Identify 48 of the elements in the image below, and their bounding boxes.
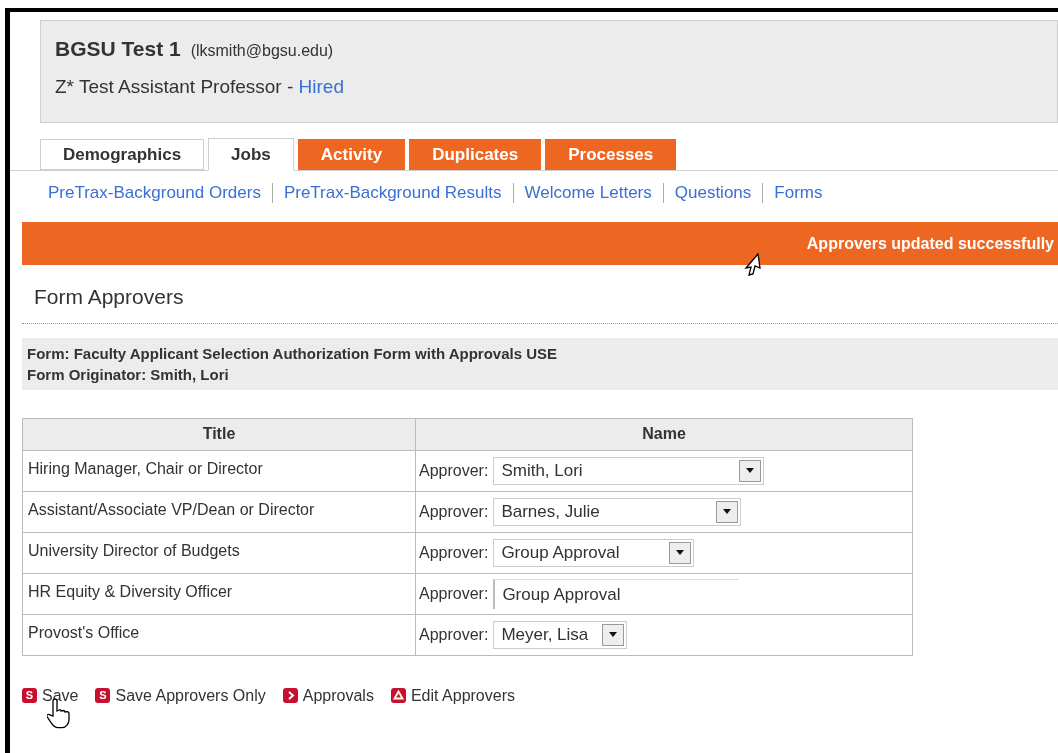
table-cell: Provost's Office [22, 614, 416, 655]
table-cell: University Director of Budgets [22, 532, 416, 573]
table-cell: Assistant/Associate VP/Dean or Director [22, 491, 416, 532]
approver-label: Approver: [419, 501, 489, 522]
table-cell: HR Equity & Diversity Officer [22, 573, 416, 614]
approver-dropdown[interactable]: Group Approval [493, 538, 695, 567]
column-header: Name [415, 418, 913, 450]
action-link[interactable]: S Save [22, 683, 79, 708]
person-name: BGSU Test 1 [55, 36, 181, 62]
column-header: Title [22, 418, 416, 450]
save-icon: S [95, 688, 111, 703]
sub-nav-link[interactable]: Forms [774, 180, 823, 206]
action-link[interactable]: Edit Approvers [390, 683, 515, 708]
dropdown-arrow-button[interactable] [716, 500, 739, 523]
dropdown-arrow-button[interactable] [669, 541, 692, 564]
form-info-line: Form Originator: Smith, Lori [27, 364, 229, 385]
section-title: Form Approvers [34, 285, 184, 308]
caret-icon [609, 632, 618, 637]
success-banner: Approvers updated successfully [22, 222, 1058, 265]
approver-dropdown[interactable]: Meyer, Lisa [493, 620, 628, 649]
dropdown-arrow-button[interactable] [739, 459, 762, 482]
approver-label: Approver: [419, 624, 489, 645]
dropdown-arrow-button[interactable] [602, 623, 625, 646]
tab[interactable]: Demographics [40, 139, 205, 170]
caret-icon [676, 550, 685, 555]
approver-label: Approver: [419, 542, 489, 563]
save-icon: S [22, 688, 37, 703]
caret-icon [746, 468, 755, 473]
sub-nav-link[interactable]: PreTrax-Background Orders [48, 180, 261, 206]
table-cell: Hiring Manager, Chair or Director [22, 450, 416, 491]
tab[interactable]: Jobs [208, 138, 294, 171]
approver-label: Approver: [419, 583, 489, 604]
action-link[interactable]: Approvals [282, 683, 374, 708]
approver-combo-field[interactable]: Group Approval [493, 578, 740, 609]
hired-status-link[interactable]: Hired [298, 72, 344, 101]
person-email: (lksmith@bgsu.edu) [190, 41, 334, 61]
caret-icon [723, 509, 732, 514]
action-link[interactable]: S Save Approvers Only [95, 683, 266, 708]
approver-label: Approver: [419, 460, 489, 481]
sub-nav-link[interactable]: Welcome Letters [524, 180, 652, 206]
form-info-line: Form: Faculty Applicant Selection Authorization Form with Approvals USE [27, 343, 558, 364]
sub-nav-link[interactable]: Questions [674, 180, 752, 206]
chevron-right-icon [282, 688, 298, 703]
triangle-icon [390, 688, 406, 703]
approver-dropdown[interactable]: Barnes, Julie [493, 497, 742, 526]
approver-dropdown[interactable]: Smith, Lori [493, 456, 765, 485]
job-title: Z* Test Assistant Professor - [55, 74, 295, 99]
sub-nav-link[interactable]: PreTrax-Background Results [283, 180, 502, 206]
